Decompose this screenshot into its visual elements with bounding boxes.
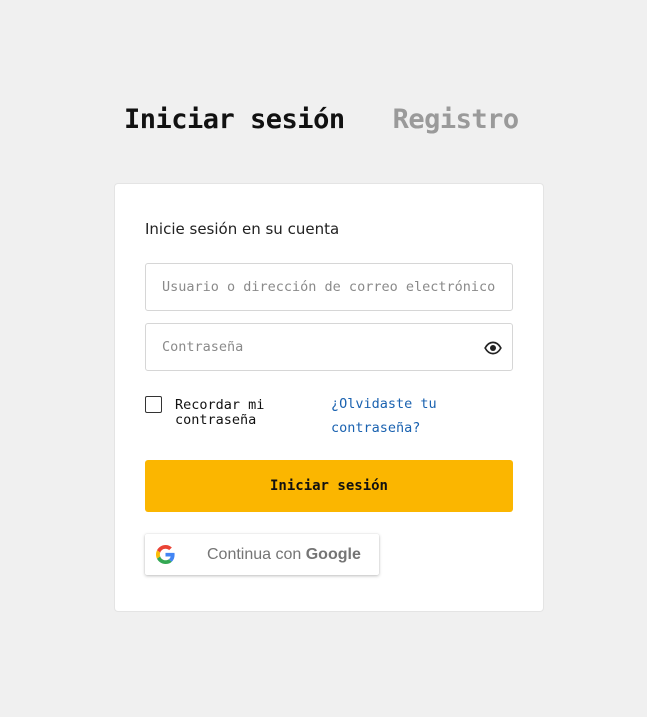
username-input[interactable] [146,264,512,310]
password-input[interactable] [146,324,512,370]
login-button[interactable]: Iniciar sesión [145,460,513,512]
google-brand-text: Google [305,545,361,563]
remember-me: Recordar mi contraseña [145,396,285,428]
tab-register[interactable]: Registro [393,104,520,135]
login-form-title: Inicie sesión en su cuenta [145,220,340,238]
auth-tabs: Iniciar sesión Registro [124,104,519,135]
google-icon [156,545,175,564]
password-field[interactable] [145,323,513,371]
eye-icon[interactable] [484,339,502,357]
login-card: Inicie sesión en su cuenta Recordar mi c… [114,183,544,612]
google-signin-prefix: Continua con [207,545,306,563]
google-signin-button[interactable]: Continua con Google [145,534,379,575]
google-signin-label: Continua con Google [207,546,361,564]
forgot-password-link[interactable]: ¿Olvidaste tu contraseña? [331,392,461,440]
username-field[interactable] [145,263,513,311]
remember-checkbox[interactable] [145,396,162,413]
remember-label[interactable]: Recordar mi contraseña [175,398,285,428]
tab-login[interactable]: Iniciar sesión [124,104,345,135]
